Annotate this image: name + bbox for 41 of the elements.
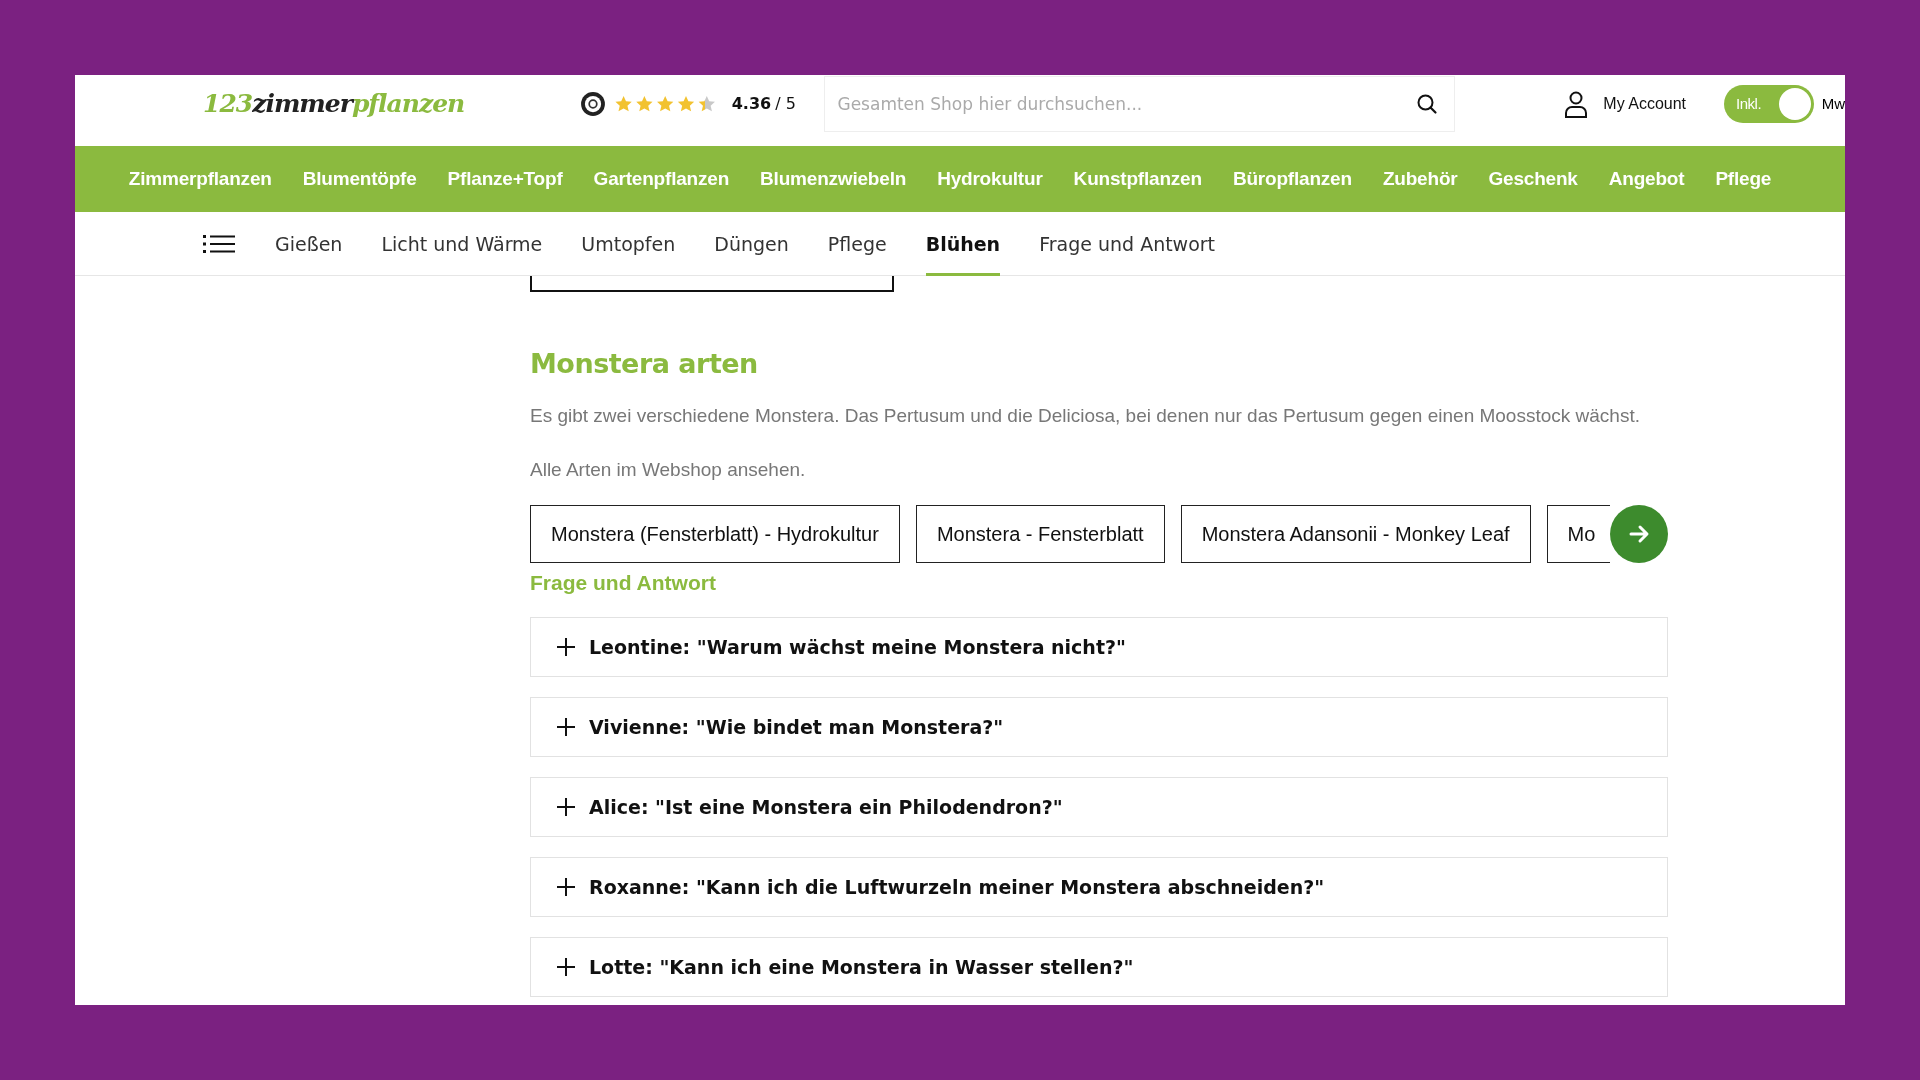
- webshop-link[interactable]: Alle Arten im Webshop ansehen.: [530, 459, 1668, 481]
- trust-seal-icon: [579, 90, 606, 117]
- section-tab[interactable]: Pflege: [827, 211, 887, 276]
- menu-icon[interactable]: [203, 233, 235, 254]
- faq-question[interactable]: Alice: "Ist eine Monstera ein Philodendron?": [589, 796, 1063, 818]
- product-button[interactable]: Monstera (Fensterblatt) - Hydrokultur: [530, 505, 900, 563]
- rating-score: 4.36: [731, 94, 772, 113]
- product-button[interactable]: Monstera Adansonii - Monkey Leaf: [1180, 505, 1531, 563]
- product-button[interactable]: Mo: [1546, 505, 1610, 563]
- my-account-link[interactable]: My Account: [1603, 94, 1687, 113]
- faq-item[interactable]: Alice: "Ist eine Monstera ein Philodendron?": [530, 777, 1668, 837]
- section-heading: Monstera arten: [530, 348, 759, 379]
- plus-icon[interactable]: [555, 796, 577, 818]
- plus-icon[interactable]: [555, 716, 577, 738]
- section-tab[interactable]: Gießen: [275, 211, 343, 276]
- next-arrow-button[interactable]: [1610, 505, 1668, 563]
- faq-question[interactable]: Vivienne: "Wie bindet man Monstera?": [589, 716, 1004, 738]
- faq-question[interactable]: Leontine: "Warum wächst meine Monstera nicht?": [589, 636, 1126, 658]
- faq-item[interactable]: Lotte: "Kann ich eine Monstera in Wasser stellen?": [530, 937, 1668, 997]
- faq-item[interactable]: Vivienne: "Wie bindet man Monstera?": [530, 697, 1668, 757]
- section-tab[interactable]: Licht und Wärme: [381, 211, 543, 276]
- plus-icon[interactable]: [555, 636, 577, 658]
- rating-scale: / 5: [775, 94, 796, 113]
- faq-question[interactable]: Roxanne: "Kann ich die Luftwurzeln meiner Monstera abschneiden?": [589, 876, 1325, 898]
- plus-icon[interactable]: [555, 876, 577, 898]
- faq-heading: Frage und Antwort: [530, 571, 717, 595]
- faq-item[interactable]: Leontine: "Warum wächst meine Monstera nicht?": [530, 617, 1668, 677]
- product-button[interactable]: Monstera - Fensterblatt: [915, 505, 1165, 563]
- faq-question[interactable]: Lotte: "Kann ich eine Monstera in Wasser stellen?": [589, 956, 1134, 978]
- section-tab[interactable]: Umtopfen: [581, 211, 676, 276]
- vat-label: Mw: [1821, 95, 1845, 112]
- section-text: Es gibt zwei verschiedene Monstera. Das Pertusum und die Deliciosa, bei denen nur das Pertusum gegen einen Moosstock wächst.: [530, 405, 1641, 427]
- section-tab[interactable]: Blühen: [925, 211, 1001, 276]
- user-icon[interactable]: [1563, 89, 1590, 118]
- search-field[interactable]: Gesamten Shop hier durchsuchen...: [824, 75, 1456, 132]
- plus-icon[interactable]: [555, 956, 577, 978]
- faq-item[interactable]: Roxanne: "Kann ich die Luftwurzeln meiner Monstera abschneiden?": [530, 857, 1668, 917]
- section-tab[interactable]: Düngen: [714, 211, 789, 276]
- arrow-icon: [1628, 523, 1650, 545]
- section-tab[interactable]: Frage und Antwort: [1039, 211, 1216, 276]
- site-logo[interactable]: 123zimmerpflanzen: [203, 89, 472, 118]
